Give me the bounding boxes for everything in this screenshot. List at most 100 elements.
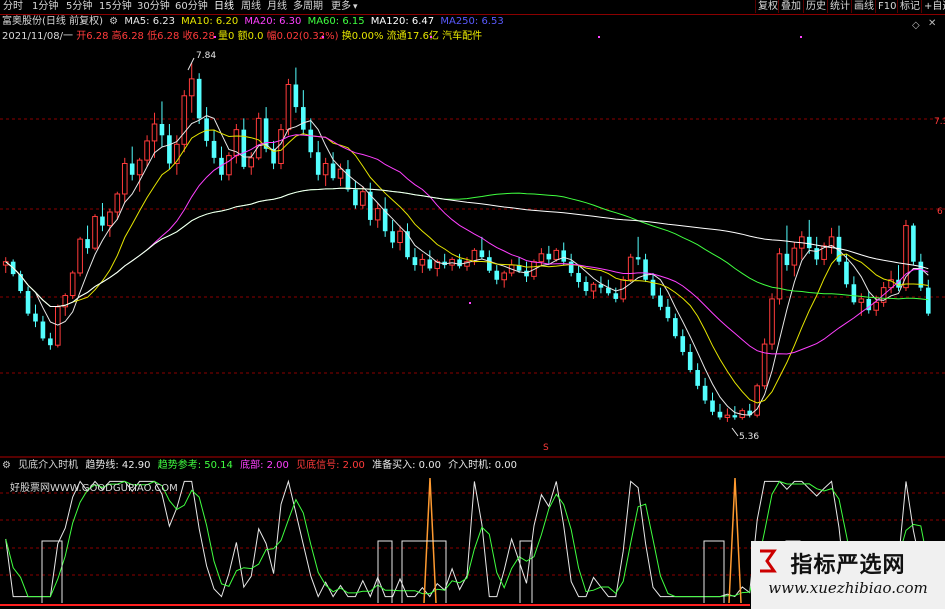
entry-pulse [41, 540, 63, 603]
entry-pulse [519, 540, 533, 603]
candle-body-down [598, 284, 604, 288]
candle-body-up [858, 298, 865, 303]
restore-rights-button[interactable]: 复权 [755, 0, 780, 13]
overlay-button[interactable]: 叠加 [778, 0, 803, 13]
candle-body-up [285, 84, 292, 131]
indicator-gear-icon[interactable]: ⚙ [2, 460, 11, 471]
candle-body-down [814, 248, 819, 260]
candle-body-up [434, 261, 441, 269]
candle-body-down [405, 231, 410, 258]
price-axis-label-mid: 6 [937, 207, 943, 217]
candle-body-down [196, 78, 202, 119]
candle-body-down [457, 259, 462, 267]
stats-button[interactable]: 统计 [827, 0, 852, 13]
bottom-signal-spike [728, 477, 742, 604]
candle-body-down [211, 140, 217, 158]
candle-body-down [918, 261, 924, 288]
collapse-diamond-icon[interactable]: ◇ [912, 20, 920, 31]
draw-line-button[interactable]: 画线 [851, 0, 876, 13]
candle-body-up [880, 287, 887, 303]
indicator-source-text: 好股票网WWW.GOODGUPIAO.COM [10, 483, 178, 494]
candle-body-up [374, 208, 381, 221]
period-tab-weekly[interactable]: 周线 [241, 1, 261, 13]
period-tab-6[interactable]: 60分钟 [175, 1, 208, 13]
candle-body-down [650, 279, 656, 296]
candle-body-up [776, 253, 783, 300]
candle-body-down [732, 415, 738, 418]
candle-body-down [866, 298, 872, 311]
low-pointer [731, 427, 739, 437]
candle-body-down [159, 124, 165, 136]
candle-body-up [419, 258, 426, 266]
candle-body-up [77, 238, 83, 274]
mark-button[interactable]: 标记 [897, 0, 922, 13]
candle-body-up [92, 216, 98, 249]
change-value: 幅0.02(0.32%) [266, 31, 339, 42]
candle-body-down [710, 400, 715, 412]
add-favorite-button[interactable]: +自选 [921, 0, 945, 13]
candle-body-down [382, 208, 388, 232]
indicator-info-bar: ⚙ 见底介入时机 趋势线: 42.90 趋势参考: 50.14 底部: 2.00… [0, 459, 521, 473]
settings-gear-icon[interactable]: ⚙ [109, 16, 118, 27]
period-tab-5[interactable]: 30分钟 [137, 1, 170, 13]
candle-body-down [18, 274, 23, 292]
candle-body-down [10, 261, 16, 275]
candle-body-up [761, 343, 768, 387]
period-tab-2[interactable]: 1分钟 [32, 1, 58, 13]
candle-body-down [219, 157, 224, 175]
candle-body-down [308, 129, 314, 153]
candle-body-down [784, 253, 790, 266]
candle-body-up [798, 236, 805, 249]
price-axis-label-top: 7.3 [934, 117, 945, 127]
candle-body-up [226, 155, 232, 176]
period-tab-daily[interactable]: 日线 [214, 1, 234, 13]
high-value: 高6.28 [111, 31, 144, 42]
watermark-banner: 指标严选网 www.xuezhibiao.com [751, 541, 945, 609]
candle-body-up [791, 247, 798, 266]
signal-dot [598, 36, 600, 38]
ma120-line [5, 187, 929, 307]
candlestick-chart[interactable] [0, 0, 945, 609]
entry-time-value: 介入时机: 0.00 [448, 460, 517, 471]
float-value: 流通17.6亿 [386, 31, 439, 42]
period-tab-monthly[interactable]: 月线 [267, 1, 287, 13]
candle-body-up [508, 264, 515, 274]
signal-dot [800, 36, 802, 38]
candle-body-down [390, 231, 395, 243]
candle-body-up [136, 159, 143, 176]
watermark-title: 指标严选网 [790, 553, 906, 578]
candle-body-up [337, 168, 344, 179]
candle-body-up [188, 78, 195, 97]
period-tab-more[interactable]: 更多 [331, 1, 351, 13]
candle-body-up [769, 298, 775, 345]
more-chevron-icon[interactable]: ▾ [353, 1, 358, 13]
period-tab-1[interactable]: 分时 [3, 1, 23, 13]
candle-body-down [353, 189, 358, 206]
history-button[interactable]: 历史 [803, 0, 828, 13]
candle-body-up [464, 261, 470, 267]
window-close-icon[interactable]: ✕ [928, 18, 936, 29]
f10-button[interactable]: F10 [875, 0, 898, 13]
ma60-line [5, 187, 929, 307]
candle-body-down [561, 250, 567, 262]
low-price-label: 5.36 [739, 432, 760, 442]
period-tab-multi[interactable]: 多周期 [293, 1, 323, 13]
candle-body-down [293, 84, 299, 108]
candle-body-down [673, 318, 678, 337]
watermark-url: www.xuezhibiao.com [768, 579, 928, 597]
candle-body-down [315, 152, 321, 175]
candle-body-down [48, 338, 53, 346]
high-pointer [187, 57, 195, 71]
bar-date: 2021/11/08/一 [2, 31, 74, 42]
period-tab-3[interactable]: 5分钟 [66, 1, 92, 13]
period-tab-4[interactable]: 15分钟 [99, 1, 132, 13]
candle-body-up [278, 129, 284, 164]
candle-body-down [635, 257, 641, 260]
candle-body-down [844, 261, 849, 285]
ma5-value: MA5: 6.23 [124, 16, 175, 27]
candle-body-up [903, 225, 909, 289]
candle-body-down [606, 287, 611, 294]
candle-body-up [151, 123, 158, 142]
candle-body-up [174, 143, 180, 164]
candle-body-up [531, 261, 537, 277]
